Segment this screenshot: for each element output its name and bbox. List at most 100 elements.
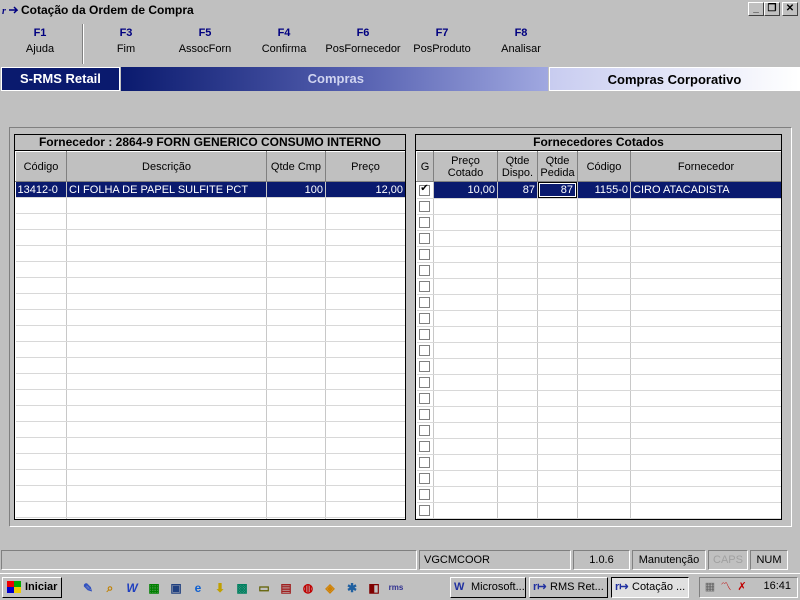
table-row[interactable] [416,390,781,407]
table-cell[interactable] [266,405,326,422]
table-cell[interactable] [630,470,781,487]
table-cell[interactable] [577,438,631,455]
table-cell[interactable] [630,342,781,359]
table-cell[interactable] [66,213,267,230]
cell-preco[interactable]: 12,00 [325,181,405,198]
checkbox[interactable] [419,201,431,213]
col-header-codigo[interactable]: Código [577,151,631,182]
table-cell[interactable] [325,437,405,454]
table-row[interactable] [15,501,405,518]
table-cell[interactable] [416,470,434,487]
table-cell[interactable] [15,213,67,230]
table-cell[interactable] [15,373,67,390]
table-cell[interactable] [266,373,326,390]
table-cell[interactable] [416,374,434,391]
table-cell[interactable] [630,518,781,519]
table-cell[interactable] [497,406,538,423]
download-icon[interactable]: ⬇ [212,580,228,596]
table-cell[interactable] [433,342,498,359]
table-cell[interactable] [433,454,498,471]
table-cell[interactable] [266,325,326,342]
fkey-f6-posfornecedor[interactable]: F6 PosFornecedor [323,27,403,55]
col-header-qtde-dispo[interactable]: Qtde Dispo. [497,151,538,182]
table-cell[interactable] [266,229,326,246]
table-cell[interactable] [15,469,67,486]
table-cell[interactable] [416,390,434,407]
table-cell[interactable] [416,358,434,375]
table-cell[interactable] [66,261,267,278]
table-cell[interactable] [325,341,405,358]
fkey-f3-fim[interactable]: F3 Fim [86,27,166,55]
table-cell[interactable] [577,198,631,215]
table-cell[interactable] [15,277,67,294]
table-cell[interactable] [497,198,538,215]
table-cell[interactable] [266,357,326,374]
volume-muted-icon[interactable]: ✗ [735,580,749,594]
table-cell[interactable] [630,230,781,247]
table-cell[interactable] [630,278,781,295]
table-cell[interactable] [537,518,578,519]
search-icon[interactable]: ⌕ [102,580,118,596]
table-cell[interactable] [325,405,405,422]
table-cell[interactable] [497,470,538,487]
table-row[interactable] [15,229,405,246]
table-cell[interactable] [325,245,405,262]
checkbox[interactable] [419,217,431,229]
table-cell[interactable] [497,214,538,231]
checkbox[interactable] [419,281,431,293]
table-cell[interactable] [433,470,498,487]
table-cell[interactable] [433,198,498,215]
word-icon[interactable]: W [124,580,140,596]
table-cell[interactable] [497,246,538,263]
table-cell[interactable] [66,293,267,310]
fkey-f7-posproduto[interactable]: F7 PosProduto [402,27,482,55]
table-cell[interactable] [325,421,405,438]
table-cell[interactable] [537,502,578,519]
table-cell[interactable] [497,294,538,311]
table-row[interactable] [15,469,405,486]
checkbox[interactable] [419,505,431,517]
table-row[interactable] [15,245,405,262]
table-cell[interactable] [577,310,631,327]
table-cell[interactable] [630,358,781,375]
table-row[interactable] [416,310,781,327]
network-icon[interactable]: ▦ [703,580,717,594]
table-cell[interactable] [433,262,498,279]
close-button[interactable]: ✕ [782,2,798,16]
table-cell[interactable] [433,406,498,423]
table-cell[interactable] [325,357,405,374]
table-row[interactable] [416,278,781,295]
table-cell[interactable] [66,245,267,262]
table-cell[interactable] [433,486,498,503]
table-row[interactable] [416,198,781,215]
checkbox[interactable] [419,393,431,405]
table-cell[interactable] [266,245,326,262]
table-row[interactable] [416,406,781,423]
table-cell[interactable] [497,310,538,327]
table-cell[interactable] [416,198,434,215]
table-cell[interactable] [325,501,405,518]
table-cell[interactable] [497,278,538,295]
table-cell[interactable] [433,230,498,247]
table-cell[interactable] [433,422,498,439]
table-cell[interactable] [577,422,631,439]
table-row[interactable] [416,502,781,519]
internet-explorer-icon[interactable]: e [190,580,206,596]
checkbox[interactable] [419,345,431,357]
table-cell[interactable] [630,486,781,503]
table-cell[interactable] [325,261,405,278]
table-cell[interactable] [66,309,267,326]
fkey-f4-confirma[interactable]: F4 Confirma [244,27,324,55]
table-cell[interactable] [537,214,578,231]
table-cell[interactable] [66,341,267,358]
table-cell[interactable] [416,246,434,263]
table-row[interactable] [15,197,405,214]
table-cell[interactable] [66,501,267,518]
table-cell[interactable] [630,246,781,263]
restore-button[interactable]: ❐ [764,2,780,16]
table-row[interactable] [416,470,781,487]
table-cell[interactable] [66,405,267,422]
table-cell[interactable] [66,453,267,470]
table-cell[interactable] [630,198,781,215]
table-cell[interactable] [66,357,267,374]
